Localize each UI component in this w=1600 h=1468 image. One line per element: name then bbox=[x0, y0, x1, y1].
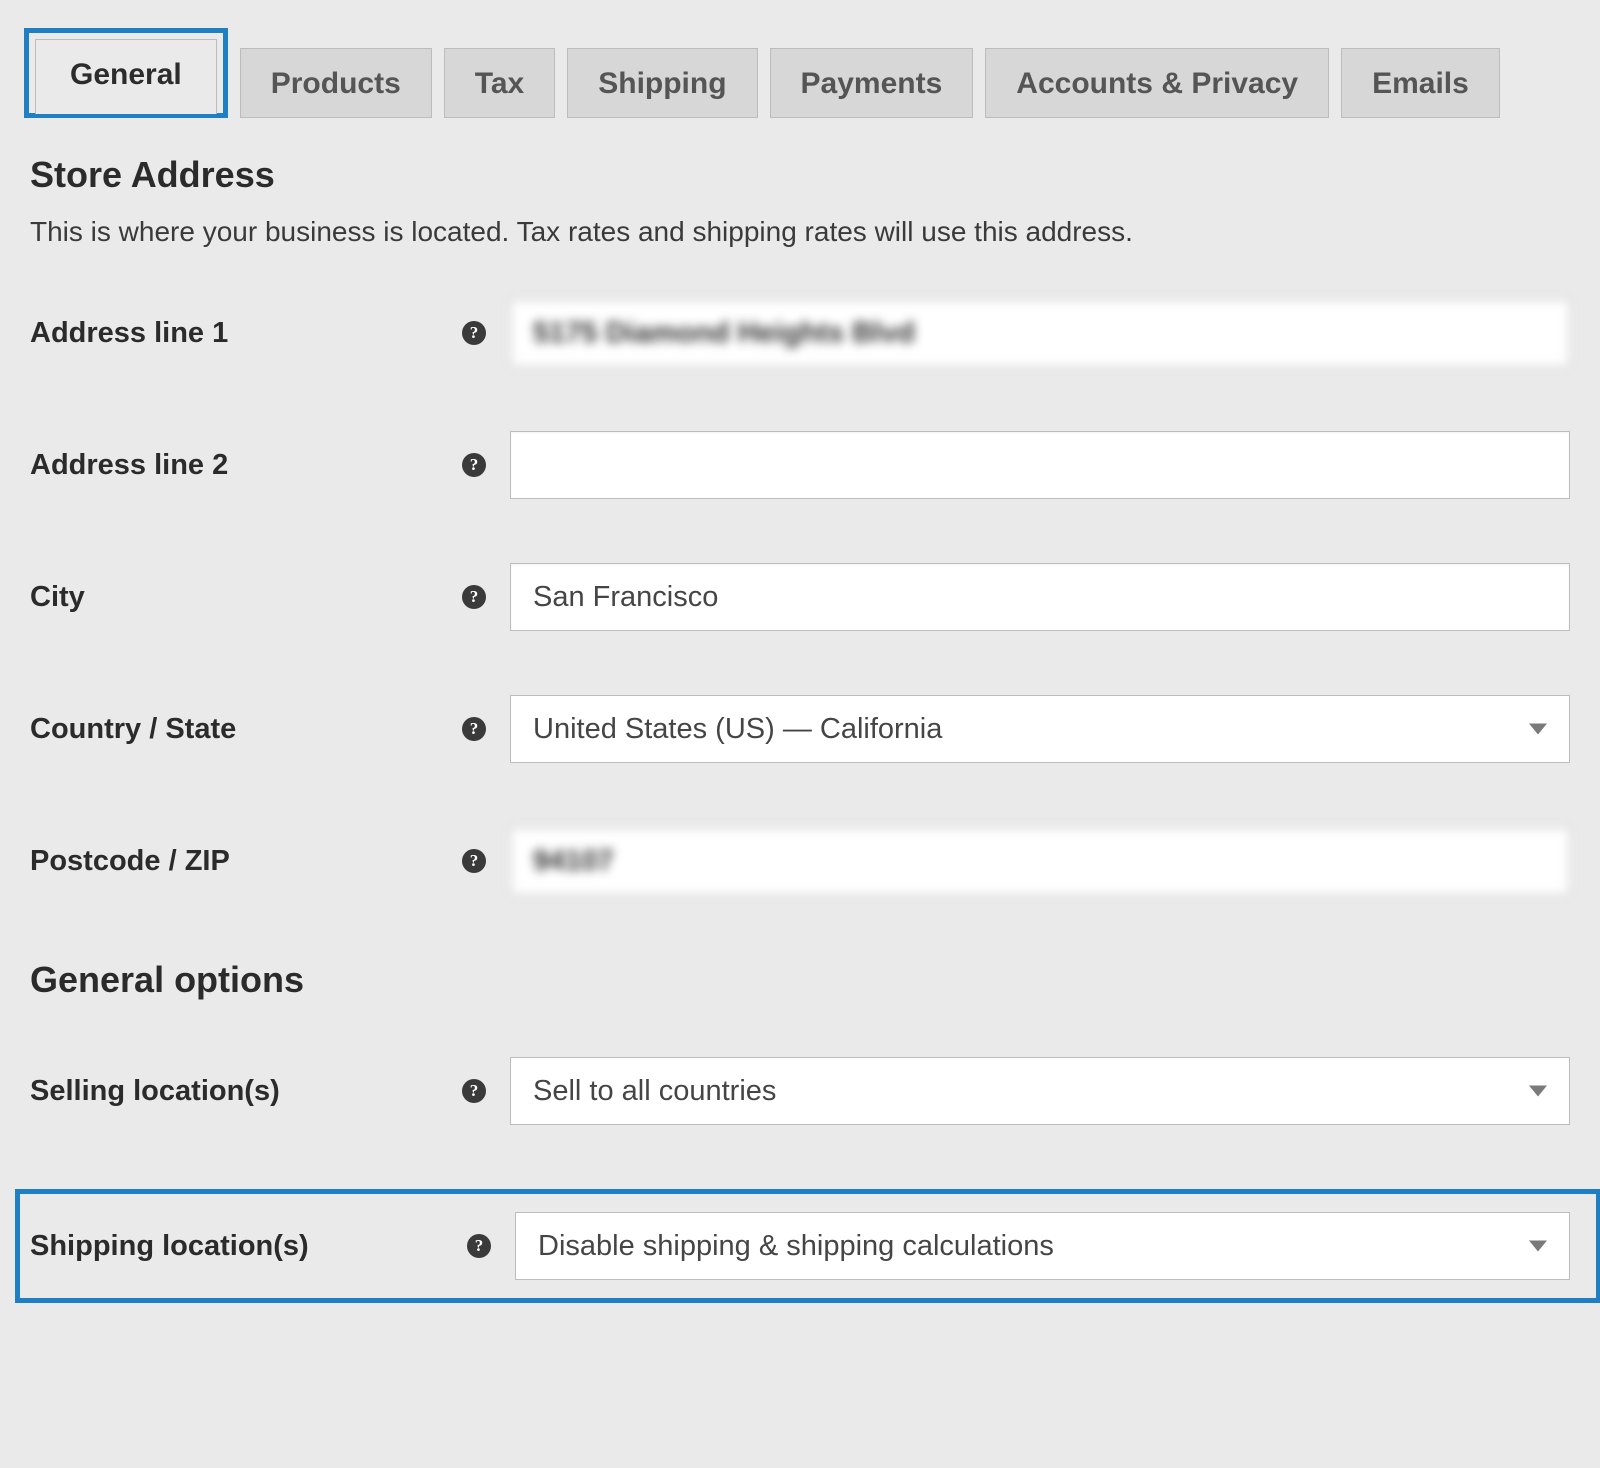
postcode-input[interactable] bbox=[510, 827, 1570, 895]
control-wrap bbox=[510, 563, 1570, 631]
control-wrap: United States (US) — California bbox=[510, 695, 1570, 763]
help-icon[interactable]: ? bbox=[462, 1079, 486, 1103]
label-text: City bbox=[30, 581, 85, 614]
general-options-heading: General options bbox=[30, 959, 1570, 1001]
chevron-down-icon bbox=[1529, 724, 1547, 735]
help-icon[interactable]: ? bbox=[462, 321, 486, 345]
city-input[interactable] bbox=[510, 563, 1570, 631]
tab-general-highlight: General bbox=[24, 28, 228, 118]
label-city: City ? bbox=[30, 581, 510, 614]
tab-tax[interactable]: Tax bbox=[444, 48, 555, 118]
help-icon[interactable]: ? bbox=[462, 585, 486, 609]
tab-general[interactable]: General bbox=[35, 39, 217, 114]
country-state-select[interactable]: United States (US) — California bbox=[510, 695, 1570, 763]
label-text: Selling location(s) bbox=[30, 1075, 280, 1108]
label-country-state: Country / State ? bbox=[30, 713, 510, 746]
help-icon[interactable]: ? bbox=[467, 1234, 491, 1258]
address-line-2-input[interactable] bbox=[510, 431, 1570, 499]
row-shipping-locations-highlight: Shipping location(s) ? Disable shipping … bbox=[15, 1189, 1600, 1303]
help-icon[interactable]: ? bbox=[462, 849, 486, 873]
tab-accounts-privacy[interactable]: Accounts & Privacy bbox=[985, 48, 1329, 118]
row-country-state: Country / State ? United States (US) — C… bbox=[30, 695, 1570, 763]
label-selling-locations: Selling location(s) ? bbox=[30, 1075, 510, 1108]
control-wrap: Sell to all countries bbox=[510, 1057, 1570, 1125]
tab-shipping[interactable]: Shipping bbox=[567, 48, 757, 118]
control-wrap bbox=[510, 299, 1570, 367]
store-address-heading: Store Address bbox=[30, 154, 1570, 196]
label-text: Postcode / ZIP bbox=[30, 845, 230, 878]
select-value: Sell to all countries bbox=[533, 1075, 776, 1108]
chevron-down-icon bbox=[1529, 1241, 1547, 1252]
control-wrap bbox=[510, 827, 1570, 895]
control-wrap: Disable shipping & shipping calculations bbox=[515, 1212, 1570, 1280]
store-address-description: This is where your business is located. … bbox=[30, 212, 1570, 251]
help-icon[interactable]: ? bbox=[462, 717, 486, 741]
tab-emails[interactable]: Emails bbox=[1341, 48, 1500, 118]
label-text: Country / State bbox=[30, 713, 236, 746]
selling-locations-select[interactable]: Sell to all countries bbox=[510, 1057, 1570, 1125]
row-address-line-2: Address line 2 ? bbox=[30, 431, 1570, 499]
control-wrap bbox=[510, 431, 1570, 499]
label-address-line-2: Address line 2 ? bbox=[30, 449, 510, 482]
label-text: Address line 1 bbox=[30, 317, 228, 350]
chevron-down-icon bbox=[1529, 1086, 1547, 1097]
select-value: United States (US) — California bbox=[533, 713, 942, 746]
label-address-line-1: Address line 1 ? bbox=[30, 317, 510, 350]
settings-page: General Products Tax Shipping Payments A… bbox=[0, 0, 1600, 1303]
address-line-1-input[interactable] bbox=[510, 299, 1570, 367]
label-text: Address line 2 bbox=[30, 449, 228, 482]
tab-payments[interactable]: Payments bbox=[770, 48, 974, 118]
row-address-line-1: Address line 1 ? bbox=[30, 299, 1570, 367]
select-value: Disable shipping & shipping calculations bbox=[538, 1230, 1054, 1263]
row-city: City ? bbox=[30, 563, 1570, 631]
label-postcode: Postcode / ZIP ? bbox=[30, 845, 510, 878]
shipping-locations-select[interactable]: Disable shipping & shipping calculations bbox=[515, 1212, 1570, 1280]
label-shipping-locations: Shipping location(s) ? bbox=[30, 1230, 515, 1263]
row-selling-locations: Selling location(s) ? Sell to all countr… bbox=[30, 1057, 1570, 1125]
label-text: Shipping location(s) bbox=[30, 1230, 309, 1263]
row-postcode: Postcode / ZIP ? bbox=[30, 827, 1570, 895]
help-icon[interactable]: ? bbox=[462, 453, 486, 477]
tab-products[interactable]: Products bbox=[240, 48, 432, 118]
settings-tabs: General Products Tax Shipping Payments A… bbox=[24, 28, 1570, 118]
